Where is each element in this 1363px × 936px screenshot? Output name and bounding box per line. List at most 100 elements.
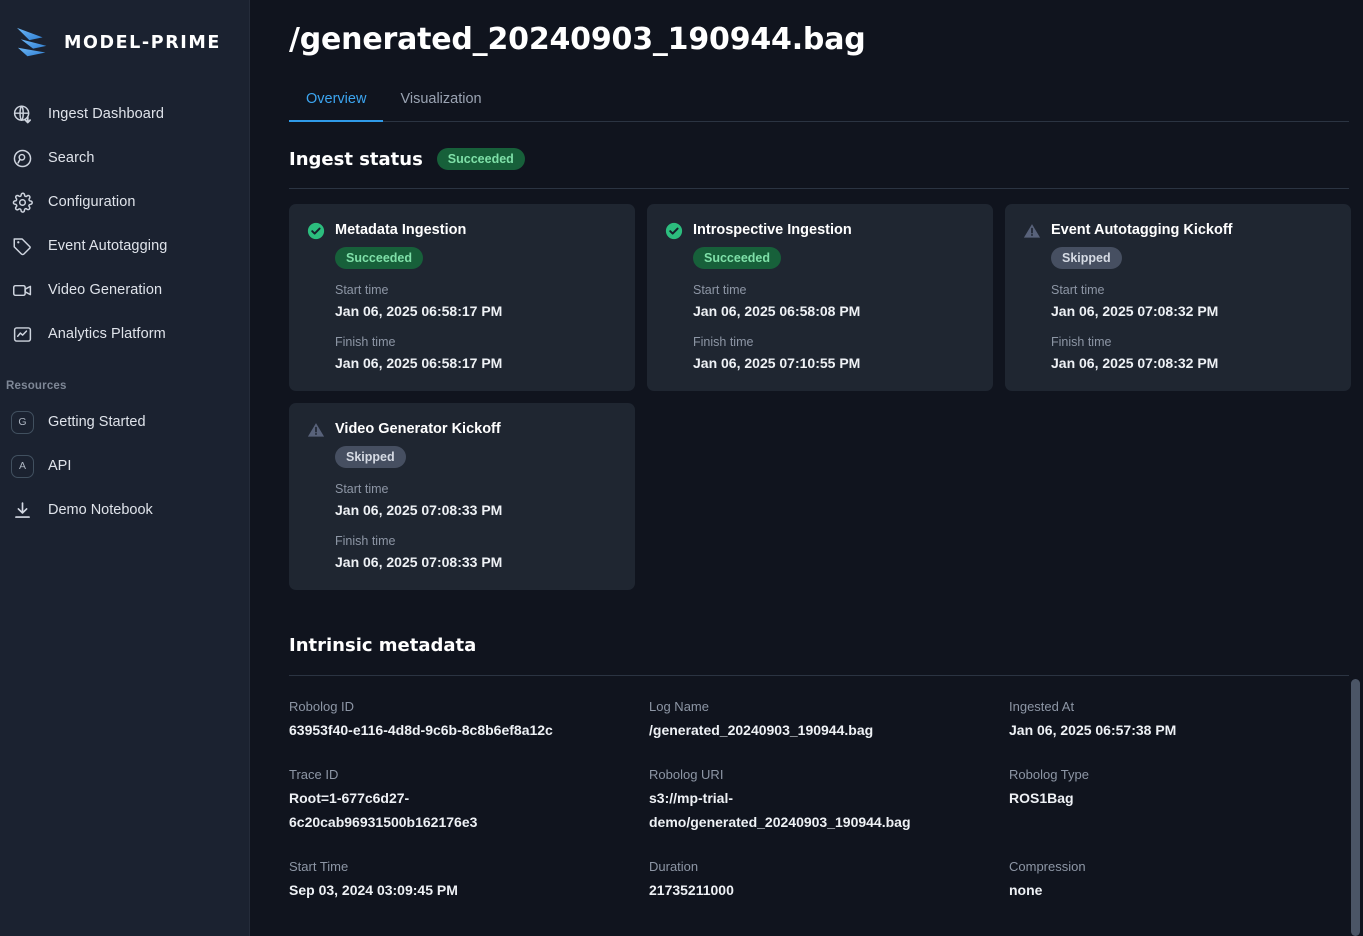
analytics-chart-icon <box>11 323 33 345</box>
sidebar-item-configuration[interactable]: Configuration <box>0 180 249 224</box>
sidebar-item-label: Search <box>48 150 95 166</box>
ingest-stage-card[interactable]: Event Autotagging Kickoff Skipped Start … <box>1005 204 1351 391</box>
ingest-status-title: Ingest status <box>289 148 423 170</box>
tab-bar: Overview Visualization <box>289 83 1349 122</box>
field-label: Finish time <box>693 335 754 349</box>
metadata-value: ROS1Bag <box>1009 790 1074 806</box>
card-header: Video Generator Kickoff <box>307 420 617 439</box>
tab-visualization[interactable]: Visualization <box>383 83 498 122</box>
card-title: Metadata Ingestion <box>335 222 467 238</box>
check-circle-icon <box>665 222 683 240</box>
metadata-field: Trace ID Root=1-677c6d27-6c20cab96931500… <box>289 766 649 834</box>
card-header: Metadata Ingestion <box>307 221 617 240</box>
primary-nav: Ingest Dashboard Search Configuration Ev… <box>0 92 249 532</box>
sidebar-item-api[interactable]: A API <box>0 444 249 488</box>
sidebar-item-search[interactable]: Search <box>0 136 249 180</box>
main-content: /generated_20240903_190944.bag Overview … <box>250 0 1363 936</box>
field-value: Jan 06, 2025 07:10:55 PM <box>693 355 861 371</box>
sidebar-item-label: Getting Started <box>48 414 146 430</box>
section-divider <box>289 188 1349 189</box>
sidebar-item-label: Analytics Platform <box>48 326 166 342</box>
search-pin-icon <box>11 147 33 169</box>
metadata-value: none <box>1009 882 1043 898</box>
sidebar-item-label: Ingest Dashboard <box>48 106 165 122</box>
sidebar: MODEL-PRIME Ingest Dashboard Search Conf… <box>0 0 250 936</box>
tag-icon <box>11 235 33 257</box>
gear-icon <box>11 191 33 213</box>
ingest-stage-card[interactable]: Metadata Ingestion Succeeded Start time … <box>289 204 635 391</box>
sidebar-section-resources: Resources <box>6 380 67 392</box>
sidebar-item-label: Demo Notebook <box>48 502 153 518</box>
finish-time-field: Finish time Jan 06, 2025 07:08:33 PM <box>335 533 617 572</box>
app-root: MODEL-PRIME Ingest Dashboard Search Conf… <box>0 0 1363 936</box>
intrinsic-metadata-grid: Robolog ID 63953f40-e116-4d8d-9c6b-8c8b6… <box>289 698 1363 902</box>
start-time-field: Start time Jan 06, 2025 06:58:17 PM <box>335 282 617 321</box>
status-badge: Succeeded <box>436 148 525 170</box>
metadata-value: 63953f40-e116-4d8d-9c6b-8c8b6ef8a12c <box>289 722 553 738</box>
card-title: Introspective Ingestion <box>693 222 852 238</box>
card-status-row: Succeeded <box>335 247 617 269</box>
letter-g-badge-icon: G <box>11 410 34 434</box>
brand-name: MODEL-PRIME <box>64 33 221 53</box>
field-label: Finish time <box>1051 335 1112 349</box>
metadata-label: Start Time <box>289 859 349 874</box>
field-value: Jan 06, 2025 07:08:33 PM <box>335 502 503 518</box>
card-status-row: Skipped <box>335 446 617 468</box>
field-label: Finish time <box>335 335 396 349</box>
globe-download-icon <box>11 103 33 125</box>
metadata-field: Robolog Type ROS1Bag <box>1009 766 1363 834</box>
metadata-label: Robolog URI <box>649 767 724 782</box>
section-divider <box>289 675 1349 676</box>
metadata-label: Log Name <box>649 699 709 714</box>
sidebar-item-demo-notebook[interactable]: Demo Notebook <box>0 488 249 532</box>
ingest-status-cards: Metadata Ingestion Succeeded Start time … <box>289 204 1361 590</box>
brand-logo[interactable]: MODEL-PRIME <box>0 14 249 66</box>
metadata-label: Duration <box>649 859 699 874</box>
metadata-field: Duration 21735211000 <box>649 858 1009 902</box>
metadata-value: s3://mp-trial-demo/generated_20240903_19… <box>649 790 911 830</box>
field-label: Start time <box>1051 283 1105 297</box>
metadata-value: Root=1-677c6d27-6c20cab96931500b162176e3 <box>289 790 478 830</box>
status-badge: Skipped <box>1051 247 1122 269</box>
ingest-stage-card[interactable]: Video Generator Kickoff Skipped Start ti… <box>289 403 635 590</box>
card-title: Event Autotagging Kickoff <box>1051 222 1233 238</box>
finish-time-field: Finish time Jan 06, 2025 06:58:17 PM <box>335 334 617 373</box>
letter-a-badge-icon: A <box>11 454 34 478</box>
sidebar-item-label: Video Generation <box>48 282 163 298</box>
metadata-label: Robolog Type <box>1009 767 1089 782</box>
start-time-field: Start time Jan 06, 2025 07:08:32 PM <box>1051 282 1333 321</box>
sidebar-item-video-generation[interactable]: Video Generation <box>0 268 249 312</box>
card-status-row: Succeeded <box>693 247 975 269</box>
ingest-status-header: Ingest status Succeeded <box>289 148 1323 170</box>
field-value: Jan 06, 2025 06:58:08 PM <box>693 303 861 319</box>
sidebar-item-getting-started[interactable]: G Getting Started <box>0 400 249 444</box>
sidebar-item-label: API <box>48 458 72 474</box>
metadata-field: Log Name /generated_20240903_190944.bag <box>649 698 1009 742</box>
metadata-label: Compression <box>1009 859 1086 874</box>
field-value: Jan 06, 2025 07:08:33 PM <box>335 554 503 570</box>
page-title: /generated_20240903_190944.bag <box>289 22 866 57</box>
metadata-value: 21735211000 <box>649 882 734 898</box>
page-scrollbar-thumb[interactable] <box>1351 679 1360 936</box>
sidebar-item-analytics-platform[interactable]: Analytics Platform <box>0 312 249 356</box>
metadata-value: /generated_20240903_190944.bag <box>649 722 874 738</box>
sidebar-item-ingest-dashboard[interactable]: Ingest Dashboard <box>0 92 249 136</box>
field-label: Start time <box>335 283 389 297</box>
field-value: Jan 06, 2025 07:08:32 PM <box>1051 303 1219 319</box>
sidebar-item-event-autotagging[interactable]: Event Autotagging <box>0 224 249 268</box>
warning-triangle-icon <box>307 421 325 439</box>
card-status-row: Skipped <box>1051 247 1333 269</box>
finish-time-field: Finish time Jan 06, 2025 07:08:32 PM <box>1051 334 1333 373</box>
sidebar-item-label: Event Autotagging <box>48 238 168 254</box>
tab-overview[interactable]: Overview <box>289 83 384 122</box>
status-badge: Succeeded <box>693 247 782 269</box>
finish-time-field: Finish time Jan 06, 2025 07:10:55 PM <box>693 334 975 373</box>
metadata-value: Jan 06, 2025 06:57:38 PM <box>1009 722 1177 738</box>
field-value: Jan 06, 2025 06:58:17 PM <box>335 355 503 371</box>
ingest-stage-card[interactable]: Introspective Ingestion Succeeded Start … <box>647 204 993 391</box>
download-icon <box>11 499 34 522</box>
metadata-value: Sep 03, 2024 03:09:45 PM <box>289 882 458 898</box>
intrinsic-metadata-title: Intrinsic metadata <box>289 635 477 656</box>
start-time-field: Start time Jan 06, 2025 06:58:08 PM <box>693 282 975 321</box>
metadata-field: Compression none <box>1009 858 1363 902</box>
